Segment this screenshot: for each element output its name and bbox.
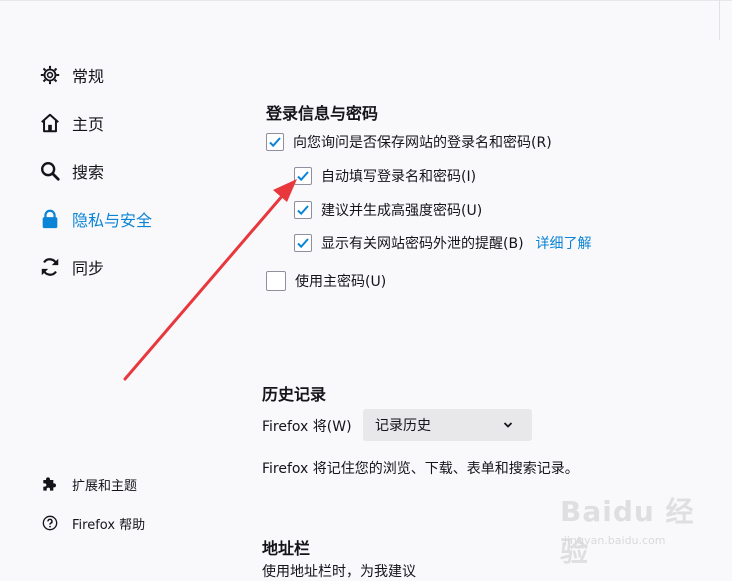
suggest-passwords-option[interactable]: 建议并生成高强度密码(U): [294, 200, 482, 220]
suggest-passwords-checkbox[interactable]: [294, 201, 312, 219]
history-mode-value: 记录历史: [375, 418, 431, 434]
address-bar-heading: 地址栏: [262, 539, 311, 558]
primary-password-checkbox[interactable]: [266, 271, 286, 291]
sidebar-item-label: 搜索: [72, 163, 105, 182]
logins-heading: 登录信息与密码: [266, 104, 379, 123]
sidebar-item-privacy[interactable]: 隐私与安全: [38, 204, 152, 234]
watermark-url: jingyan.baidu.com: [564, 534, 666, 547]
autofill-logins-checkbox[interactable]: [294, 167, 312, 185]
help-icon: [40, 513, 60, 533]
gear-icon: [38, 63, 62, 87]
sidebar-item-label: 同步: [72, 259, 105, 278]
window-edge: [719, 0, 720, 40]
primary-password-option[interactable]: 使用主密码(U): [266, 271, 386, 291]
sidebar-item-label: 常规: [72, 67, 105, 86]
search-icon: [38, 159, 62, 183]
watermark-brand: Baidu 经验: [560, 495, 695, 568]
puzzle-icon: [40, 474, 60, 494]
breach-alerts-checkbox[interactable]: [294, 234, 312, 252]
lock-icon: [38, 207, 62, 231]
sidebar-item-search[interactable]: 搜索: [38, 156, 104, 186]
suggest-passwords-label: 建议并生成高强度密码(U): [321, 203, 483, 219]
sidebar-item-label: 扩展和主题: [72, 478, 138, 494]
sync-icon: [38, 255, 62, 279]
breach-alerts-label: 显示有关网站密码外泄的提醒(B): [321, 236, 524, 252]
sidebar-item-addons[interactable]: 扩展和主题: [40, 472, 137, 496]
learn-more-link[interactable]: 详细了解: [536, 233, 592, 253]
top-border: [0, 0, 732, 1]
sidebar-item-label: 隐私与安全: [72, 211, 153, 230]
primary-password-label: 使用主密码(U): [295, 274, 387, 290]
chevron-down-icon: [498, 421, 518, 429]
history-mode-select[interactable]: 记录历史: [363, 409, 532, 441]
autofill-logins-label: 自动填写登录名和密码(I): [321, 169, 477, 185]
sidebar-item-home[interactable]: 主页: [38, 108, 104, 138]
sidebar-item-help[interactable]: Firefox 帮助: [40, 511, 145, 535]
address-bar-partial-text: 使用地址栏时，为我建议: [262, 564, 416, 580]
sidebar-item-general[interactable]: 常规: [38, 60, 104, 90]
history-description: Firefox 将记住您的浏览、下载、表单和搜索记录。: [262, 461, 579, 477]
sidebar-item-label: 主页: [72, 115, 105, 134]
home-icon: [38, 111, 62, 135]
breach-alerts-option[interactable]: 显示有关网站密码外泄的提醒(B) 详细了解: [294, 233, 592, 253]
sidebar-item-sync[interactable]: 同步: [38, 252, 104, 282]
baidu-watermark: Baidu 经验 jingyan.baidu.com: [560, 490, 720, 568]
ask-save-logins-checkbox[interactable]: [266, 133, 284, 151]
ask-save-logins-option[interactable]: 向您询问是否保存网站的登录名和密码(R): [266, 132, 552, 152]
history-heading: 历史记录: [262, 385, 327, 404]
sidebar-item-label: Firefox 帮助: [72, 517, 146, 533]
ask-save-logins-label: 向您询问是否保存网站的登录名和密码(R): [293, 135, 552, 151]
autofill-logins-option[interactable]: 自动填写登录名和密码(I): [294, 166, 476, 186]
history-will-label: Firefox 将(W): [262, 419, 352, 435]
